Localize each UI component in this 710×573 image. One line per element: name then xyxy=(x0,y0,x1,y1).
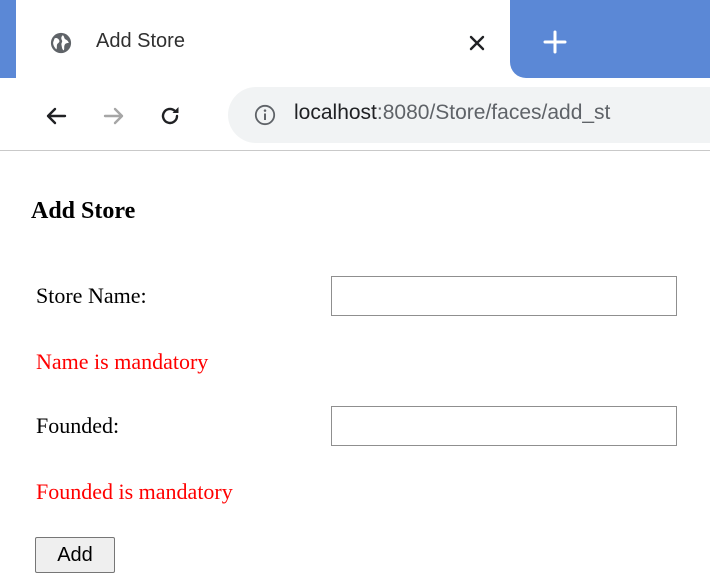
page-title: Add Store xyxy=(31,198,136,224)
store-name-label: Store Name: xyxy=(36,283,147,308)
url-path: :8080/Store/faces/add_st xyxy=(376,101,611,124)
url-host: localhost xyxy=(294,101,377,124)
reload-icon[interactable] xyxy=(158,104,182,128)
add-button[interactable]: Add xyxy=(35,537,115,573)
store-name-input[interactable] xyxy=(331,276,677,316)
globe-icon xyxy=(50,32,72,54)
close-icon[interactable] xyxy=(467,33,487,53)
browser-toolbar: localhost:8080/Store/faces/add_st xyxy=(0,78,710,151)
tab-strip-background xyxy=(510,0,710,78)
browser-window: Add Store localhost:8080/Store/faces/add… xyxy=(0,0,710,573)
arrow-right-icon[interactable] xyxy=(102,104,126,128)
founded-error: Founded is mandatory xyxy=(36,479,233,504)
tab-strip-background xyxy=(0,0,16,78)
founded-label: Founded: xyxy=(36,413,120,438)
founded-input[interactable] xyxy=(331,406,677,446)
tab-title: Add Store xyxy=(96,30,185,52)
tab-add-store[interactable] xyxy=(16,10,510,78)
info-icon[interactable] xyxy=(254,104,276,126)
plus-icon[interactable] xyxy=(541,28,569,56)
page-content: Add Store Store Name: Name is mandatory … xyxy=(0,151,710,573)
url-text[interactable]: localhost:8080/Store/faces/add_st xyxy=(294,101,610,125)
store-name-error: Name is mandatory xyxy=(36,349,209,374)
address-bar[interactable]: localhost:8080/Store/faces/add_st xyxy=(228,87,710,143)
arrow-left-icon[interactable] xyxy=(44,104,68,128)
tab-strip: Add Store xyxy=(0,0,710,78)
